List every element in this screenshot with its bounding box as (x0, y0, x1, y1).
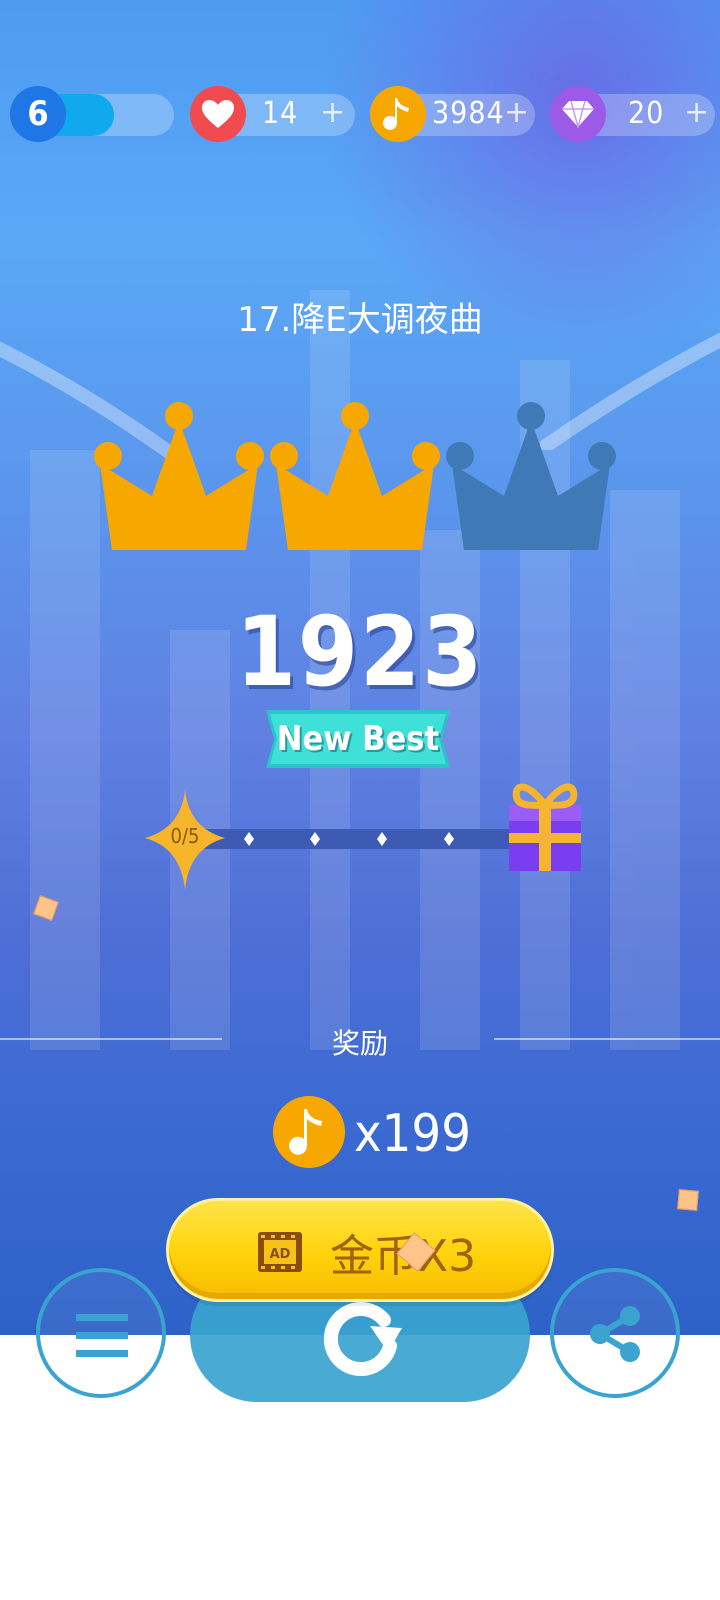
level-number: 6 (27, 94, 49, 134)
progress-marker (310, 832, 320, 846)
music-note-icon (370, 86, 426, 142)
share-icon (590, 1306, 640, 1362)
level-badge: 6 (10, 86, 66, 142)
coins-counter[interactable]: 3984 + (370, 86, 535, 142)
gems-counter[interactable]: 20 + (550, 86, 715, 142)
ad-label: AD (270, 1247, 291, 1262)
progress-marker (444, 832, 454, 846)
reward-amount: x199 (354, 1104, 471, 1164)
reward-label: 奖励 (331, 1027, 388, 1060)
coins-add-button[interactable]: + (504, 90, 529, 138)
lives-counter[interactable]: 14 + (190, 86, 355, 142)
game-screen: 6 14 + 3984 + 20 + 17.降E大调夜曲 1923 New Be… (0, 0, 720, 1335)
progress-marker (377, 832, 387, 846)
progress-marker (244, 832, 254, 846)
menu-icon (76, 1314, 128, 1357)
lives-value: 14 (262, 96, 299, 131)
diamond-icon (550, 86, 606, 142)
gems-add-button[interactable]: + (684, 90, 709, 138)
menu-button[interactable] (36, 1268, 166, 1398)
ad-film-icon: AD (258, 1232, 302, 1272)
crown-icon-empty (446, 402, 616, 550)
score-value: 1923 (235, 596, 485, 708)
share-button[interactable] (550, 1268, 680, 1398)
new-best-label: New Best (276, 719, 440, 759)
music-note-icon (273, 1096, 345, 1168)
gift-icon[interactable] (505, 775, 585, 875)
heart-icon (190, 86, 246, 142)
crown-icon-earned (94, 402, 264, 550)
gems-value: 20 (628, 96, 665, 131)
confetti-piece (677, 1189, 699, 1211)
level-meter[interactable]: 6 (10, 86, 174, 142)
replay-icon (323, 1302, 402, 1377)
coins-value: 3984 (432, 96, 505, 131)
gift-progress-label: 0/5 (170, 824, 200, 848)
song-title: 17.降E大调夜曲 (237, 300, 483, 340)
crown-icon-earned (270, 402, 440, 550)
lives-add-button[interactable]: + (320, 90, 345, 138)
